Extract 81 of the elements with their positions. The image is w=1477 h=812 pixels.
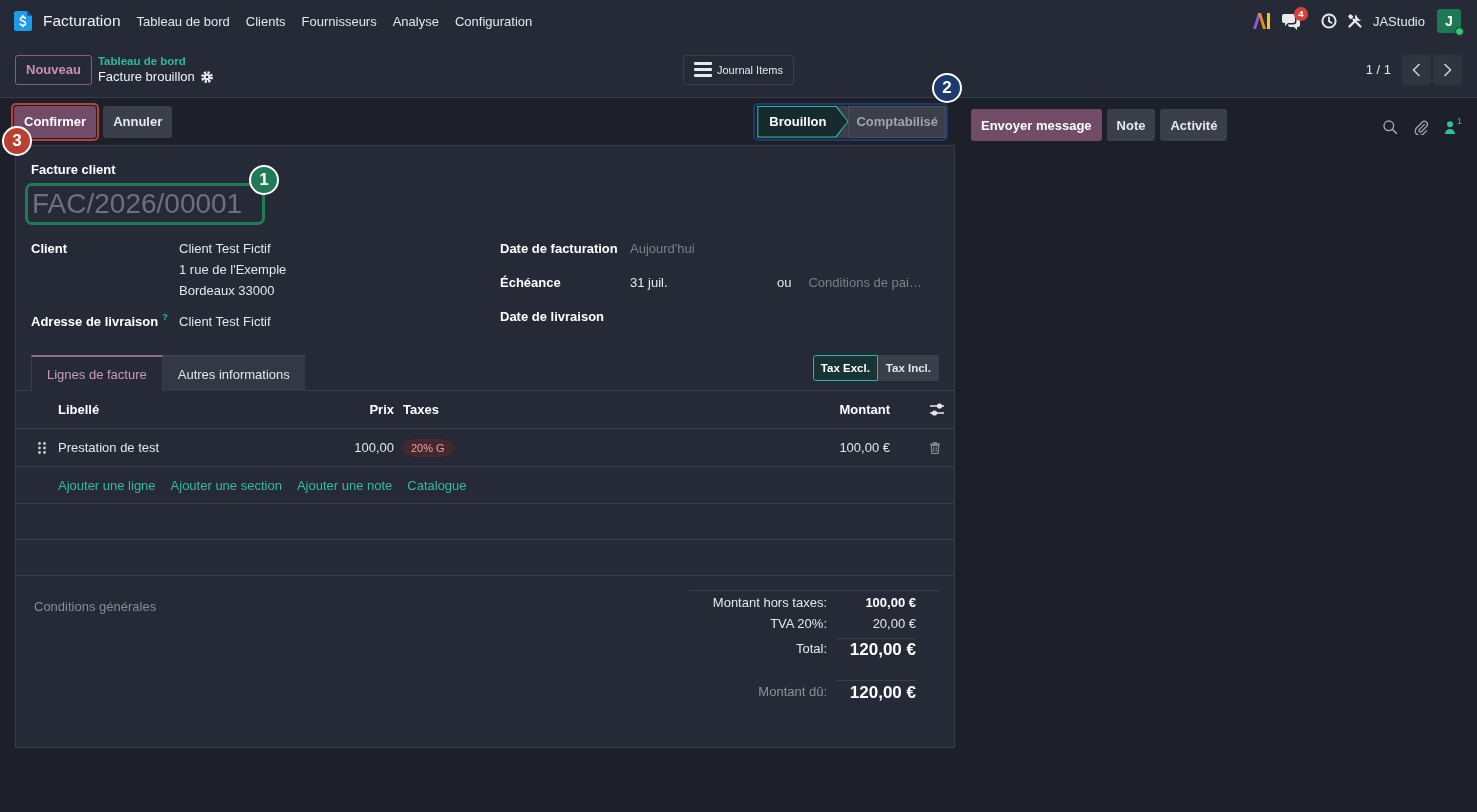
tax-tag[interactable]: 20% G xyxy=(403,438,453,457)
add-link[interactable]: Ajouter une ligne xyxy=(58,477,156,493)
menu-item[interactable]: Configuration xyxy=(446,9,541,33)
chevron-right-icon xyxy=(1443,62,1452,77)
terms-field[interactable]: Conditions générales xyxy=(34,596,454,617)
step-number-marker: 1 xyxy=(249,165,279,195)
chatter-button[interactable]: Activité xyxy=(1160,109,1228,141)
app-logo-icon[interactable] xyxy=(14,11,32,31)
gear-icon[interactable] xyxy=(200,70,213,83)
table-cell-text: Prestation de test xyxy=(58,440,161,455)
date-field[interactable]: Aujourd'hui xyxy=(630,238,780,259)
chatter-button[interactable]: Envoyer message xyxy=(971,109,1102,141)
field-label: Date de facturation xyxy=(500,240,619,258)
field-value: 1 rue de l'Exemple xyxy=(179,261,288,279)
tab[interactable]: Autres informations xyxy=(162,355,305,391)
column-header: Montant xyxy=(838,402,890,417)
tax-mode-toggle[interactable]: Tax Excl. xyxy=(812,355,878,381)
total-value: 120,00 € xyxy=(836,680,916,705)
paperclip-icon[interactable] xyxy=(1414,119,1428,135)
menu-item[interactable]: Tableau de bord xyxy=(128,9,238,33)
total-value: 20,00 € xyxy=(871,615,916,633)
add-link[interactable]: Catalogue xyxy=(407,477,467,493)
journal-items-button[interactable]: Journal Items xyxy=(683,54,794,85)
table-cell-text: 100,00 xyxy=(353,440,394,455)
sliders-icon[interactable] xyxy=(930,403,944,416)
breadcrumb-link[interactable]: Tableau de bord xyxy=(97,53,213,68)
field-value: Client Test Fictif xyxy=(179,313,272,331)
record-title: Facture brouillon xyxy=(97,67,195,86)
search-icon[interactable] xyxy=(1383,120,1397,134)
field-value: Bordeaux 33000 xyxy=(179,282,276,300)
column-header: Taxes xyxy=(402,402,440,417)
total-label: Total: xyxy=(794,640,827,658)
trash-icon[interactable] xyxy=(930,441,940,454)
total-value: 100,00 € xyxy=(864,594,916,612)
slanted-bars-icon[interactable] xyxy=(1252,13,1270,29)
column-header: Libellé xyxy=(58,402,101,417)
chevron-left-icon xyxy=(1412,62,1421,77)
follower-count: 1 xyxy=(1457,116,1462,126)
pager-value: 1 / 1 xyxy=(1365,62,1391,77)
previous-button[interactable] xyxy=(1402,54,1431,85)
document-type-label: Facture client xyxy=(31,162,117,178)
person-icon[interactable] xyxy=(1445,120,1455,134)
total-label: Montant dû: xyxy=(757,683,827,701)
invoice-number-field[interactable]: FAC/2026/00001 xyxy=(28,186,262,222)
user-avatar[interactable]: J xyxy=(1437,9,1461,33)
separator-text: ou xyxy=(777,274,792,292)
clock-icon[interactable] xyxy=(1320,13,1337,29)
next-button[interactable] xyxy=(1433,54,1462,85)
app-name[interactable]: Facturation xyxy=(43,12,121,30)
company-name[interactable]: JAStudio xyxy=(1372,13,1425,29)
tools-icon[interactable] xyxy=(1346,13,1363,29)
tab[interactable]: Lignes de facture xyxy=(31,355,163,391)
chat-icon[interactable] xyxy=(1281,12,1300,30)
total-label: TVA 20%: xyxy=(769,615,827,633)
field-value: Client Test Fictif xyxy=(179,240,272,258)
status-step[interactable]: Comptabilisé xyxy=(848,105,946,138)
add-link[interactable]: Ajouter une note xyxy=(296,477,393,493)
add-link[interactable]: Ajouter une section xyxy=(170,477,282,493)
field-label: Échéance xyxy=(500,274,562,292)
menu-item[interactable]: Fournisseurs xyxy=(293,9,385,33)
tax-mode-toggle[interactable]: Tax Incl. xyxy=(877,355,939,381)
column-header: Prix xyxy=(368,402,394,417)
step-number-marker: 3 xyxy=(2,125,32,156)
menu-icon xyxy=(694,62,712,77)
field-label: Adresse de livraison xyxy=(31,314,159,329)
payment-terms-field[interactable]: Conditions de pai… xyxy=(808,272,944,293)
table-cell-text: 100,00 € xyxy=(838,440,890,455)
field-label: Date de livraison xyxy=(500,308,606,326)
action-button[interactable]: Annuler xyxy=(103,105,173,138)
unread-count: 4 xyxy=(1293,6,1308,21)
drag-handle-icon[interactable] xyxy=(38,441,46,454)
menu-item[interactable]: Analyse xyxy=(384,9,447,33)
total-label: Montant hors taxes: xyxy=(711,594,827,612)
chatter-button[interactable]: Note xyxy=(1106,109,1156,141)
date-field[interactable]: 31 juil. xyxy=(630,272,777,293)
menu-item[interactable]: Clients xyxy=(237,9,294,33)
new-button[interactable]: Nouveau xyxy=(15,54,92,85)
status-step[interactable]: Brouillon xyxy=(757,105,849,138)
help-mark[interactable]: ? xyxy=(162,312,168,322)
field-label: Client xyxy=(31,241,68,256)
total-value: 120,00 € xyxy=(836,638,916,661)
